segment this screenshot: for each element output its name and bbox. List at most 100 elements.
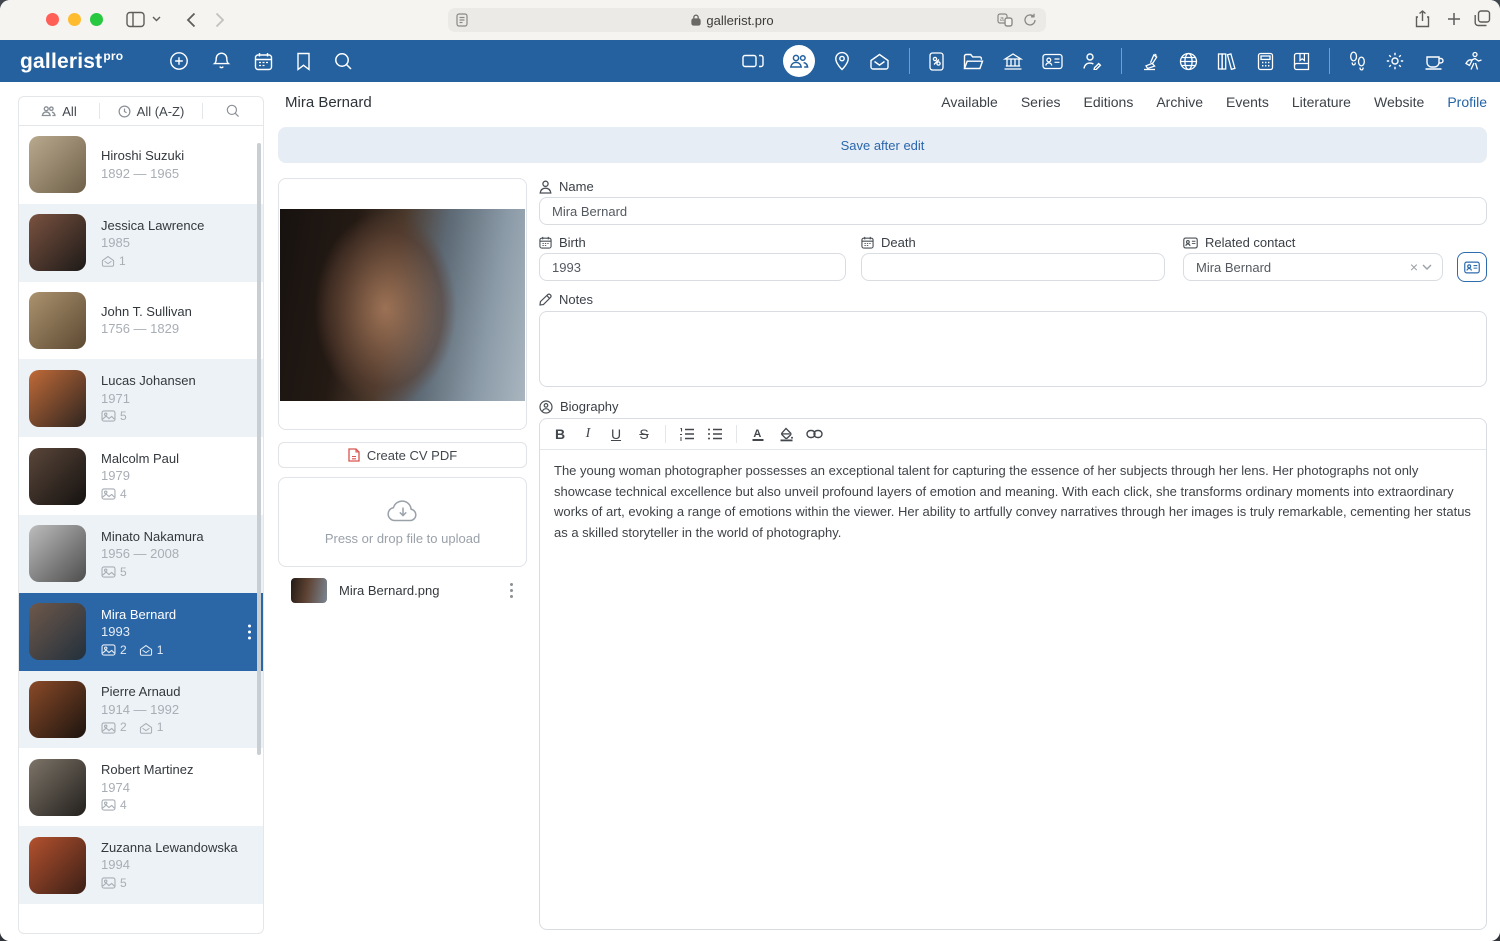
file-thumbnail bbox=[291, 578, 327, 603]
death-input[interactable] bbox=[861, 253, 1165, 281]
artist-years: 1892 — 1965 bbox=[101, 165, 184, 183]
artist-photo[interactable] bbox=[280, 209, 525, 401]
artwork-card-icon[interactable] bbox=[929, 52, 944, 71]
tab-archive[interactable]: Archive bbox=[1156, 94, 1203, 110]
underline-button[interactable]: U bbox=[604, 423, 628, 445]
back-icon[interactable] bbox=[186, 12, 196, 28]
chevron-down-icon[interactable] bbox=[152, 16, 161, 22]
forward-icon[interactable] bbox=[215, 12, 225, 28]
pen-icon bbox=[539, 293, 552, 306]
search-icon[interactable] bbox=[334, 52, 353, 71]
open-contact-button[interactable] bbox=[1457, 252, 1487, 282]
add-icon[interactable] bbox=[169, 51, 189, 71]
url-bar[interactable]: gallerist.pro a bbox=[448, 8, 1046, 32]
artist-row[interactable]: Robert Martinez19744 bbox=[19, 748, 263, 826]
coffee-cup-icon[interactable] bbox=[1424, 52, 1445, 70]
artist-row[interactable]: Pierre Arnaud1914 — 199221 bbox=[19, 671, 263, 749]
reload-icon[interactable] bbox=[1023, 13, 1037, 27]
artist-row[interactable]: Jessica Lawrence19851 bbox=[19, 204, 263, 282]
folder-open-icon[interactable] bbox=[963, 53, 984, 70]
bullet-list-button[interactable] bbox=[703, 423, 727, 445]
artist-row[interactable]: Mira Bernard199321 bbox=[19, 593, 263, 671]
calendar-icon[interactable] bbox=[254, 52, 273, 71]
tab-profile[interactable]: Profile bbox=[1447, 94, 1487, 110]
inbox-mail-icon bbox=[139, 644, 153, 656]
upload-dropzone[interactable]: Press or drop file to upload bbox=[278, 477, 527, 567]
catalog-book-icon[interactable] bbox=[1293, 52, 1310, 71]
clear-icon[interactable]: × bbox=[1406, 259, 1422, 275]
contact-card-icon[interactable] bbox=[1042, 53, 1063, 70]
frames-icon[interactable] bbox=[742, 52, 764, 70]
tab-website[interactable]: Website bbox=[1374, 94, 1424, 110]
tab-available[interactable]: Available bbox=[941, 94, 998, 110]
reader-icon[interactable] bbox=[456, 13, 468, 27]
bookmark-icon[interactable] bbox=[296, 52, 311, 71]
globe-icon[interactable] bbox=[1179, 52, 1198, 71]
artist-row[interactable]: Zuzanna Lewandowska19945 bbox=[19, 826, 263, 904]
sidebar-search-button[interactable] bbox=[203, 97, 263, 125]
text-color-button[interactable]: A bbox=[746, 423, 770, 445]
file-menu-icon[interactable] bbox=[506, 579, 517, 602]
artist-row[interactable]: Hiroshi Suzuki1892 — 1965 bbox=[19, 126, 263, 204]
artist-thumbnail bbox=[29, 681, 86, 738]
sidebar-toggle-icon[interactable] bbox=[126, 11, 145, 28]
footprints-icon[interactable] bbox=[1349, 51, 1366, 71]
birth-input[interactable] bbox=[539, 253, 846, 281]
notifications-bell-icon[interactable] bbox=[212, 51, 231, 71]
translate-icon[interactable]: a bbox=[997, 13, 1013, 27]
bold-button[interactable]: B bbox=[548, 423, 572, 445]
artist-thumbnail bbox=[29, 370, 86, 427]
artist-menu-icon[interactable] bbox=[244, 620, 255, 643]
artist-row[interactable]: Lucas Johansen19715 bbox=[19, 359, 263, 437]
travel-icon[interactable] bbox=[1464, 51, 1484, 71]
italic-button[interactable]: I bbox=[576, 423, 600, 445]
person-edit-icon[interactable] bbox=[1082, 52, 1102, 70]
artist-name: Pierre Arnaud bbox=[101, 683, 181, 701]
sort-az-button[interactable]: All (A-Z) bbox=[100, 97, 202, 125]
app-logo[interactable]: galleristpro bbox=[20, 49, 123, 74]
tab-literature[interactable]: Literature bbox=[1292, 94, 1351, 110]
ordered-list-button[interactable] bbox=[675, 423, 699, 445]
sidebar-scrollbar[interactable] bbox=[257, 143, 261, 755]
inbox-mail-icon[interactable] bbox=[869, 52, 890, 70]
image-icon bbox=[101, 877, 116, 889]
settings-gear-icon[interactable] bbox=[1385, 51, 1405, 71]
new-tab-icon[interactable] bbox=[1447, 12, 1461, 26]
notes-textarea[interactable] bbox=[539, 311, 1487, 387]
contact-card-icon bbox=[1464, 261, 1480, 274]
fill-color-button[interactable] bbox=[774, 423, 798, 445]
tab-events[interactable]: Events bbox=[1226, 94, 1269, 110]
museum-icon[interactable] bbox=[1003, 52, 1023, 71]
filter-all-button[interactable]: All bbox=[19, 97, 99, 125]
artist-name: Zuzanna Lewandowska bbox=[101, 839, 238, 857]
save-after-edit-button[interactable]: Save after edit bbox=[278, 127, 1487, 163]
name-input[interactable] bbox=[539, 197, 1487, 225]
biography-text[interactable]: The young woman photographer possesses a… bbox=[540, 450, 1486, 554]
minimize-window-button[interactable] bbox=[68, 13, 81, 26]
artist-row[interactable]: John T. Sullivan1756 — 1829 bbox=[19, 282, 263, 360]
tab-editions[interactable]: Editions bbox=[1084, 94, 1134, 110]
artist-name: Hiroshi Suzuki bbox=[101, 147, 184, 165]
share-icon[interactable] bbox=[1415, 10, 1430, 28]
chevron-down-icon[interactable] bbox=[1422, 264, 1432, 270]
create-cv-pdf-button[interactable]: Create CV PDF bbox=[278, 442, 527, 468]
location-pin-icon[interactable] bbox=[834, 51, 850, 71]
zoom-window-button[interactable] bbox=[90, 13, 103, 26]
notes-label: Notes bbox=[539, 292, 593, 307]
file-row[interactable]: Mira Bernard.png bbox=[278, 575, 527, 605]
link-button[interactable] bbox=[802, 423, 826, 445]
artwork-count: 5 bbox=[120, 564, 127, 580]
person-icon bbox=[539, 180, 552, 194]
library-icon[interactable] bbox=[1217, 52, 1238, 71]
calendar-icon bbox=[539, 236, 552, 249]
people-icon[interactable] bbox=[783, 45, 815, 77]
artist-row[interactable]: Minato Nakamura1956 — 20085 bbox=[19, 515, 263, 593]
tab-series[interactable]: Series bbox=[1021, 94, 1061, 110]
stamp-icon[interactable] bbox=[1141, 52, 1160, 71]
artist-row[interactable]: Malcolm Paul19794 bbox=[19, 437, 263, 515]
strikethrough-button[interactable]: S bbox=[632, 423, 656, 445]
related-contact-select[interactable]: Mira Bernard × bbox=[1183, 253, 1443, 281]
calculator-icon[interactable] bbox=[1257, 52, 1274, 71]
close-window-button[interactable] bbox=[46, 13, 59, 26]
tab-overview-icon[interactable] bbox=[1474, 10, 1491, 27]
